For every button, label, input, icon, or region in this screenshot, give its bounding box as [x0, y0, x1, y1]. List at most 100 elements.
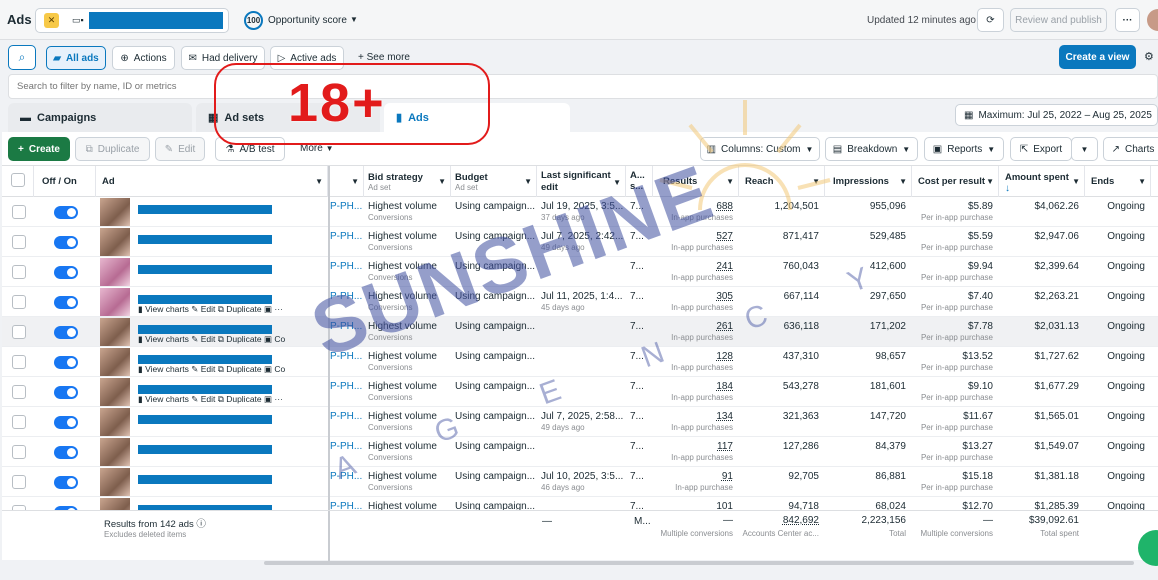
col-budget[interactable]: Budget Ad set ▼ [451, 166, 537, 197]
redacted-ad-name[interactable] [138, 475, 272, 484]
filter-all-ads[interactable]: ▰ All ads [46, 46, 106, 70]
more-options-button[interactable]: ··· [1115, 8, 1140, 32]
ad-thumbnail[interactable] [100, 288, 130, 316]
create-button[interactable]: + Create [8, 137, 70, 161]
row-checkbox[interactable] [12, 325, 26, 339]
opportunity-score-label[interactable]: Opportunity score [268, 15, 347, 26]
redacted-ad-name[interactable] [138, 385, 272, 394]
more-icon[interactable]: ··· [274, 394, 283, 404]
row-checkbox[interactable] [12, 445, 26, 459]
ad-thumbnail[interactable] [100, 198, 130, 226]
redacted-ad-name[interactable] [138, 205, 272, 214]
delivery-toggle[interactable] [54, 326, 78, 339]
reports-button[interactable]: ▣ Reports ▼ [924, 137, 1004, 161]
chevron-down-icon[interactable]: ▼ [350, 15, 358, 24]
preview-icon[interactable]: ▣ [264, 304, 272, 314]
preview-icon[interactable]: ▣ [264, 364, 272, 374]
row-duplicate[interactable]: ⧉ Duplicate [218, 334, 262, 344]
delivery-toggle[interactable] [54, 446, 78, 459]
delivery-toggle[interactable] [54, 476, 78, 489]
refresh-button[interactable]: ⟳ [977, 8, 1004, 32]
redacted-ad-name[interactable] [138, 235, 272, 244]
table-row[interactable]: ▮ View charts ✎ Edit ⧉ Duplicate ▣ ··· P-… [2, 287, 1158, 317]
redacted-ad-name[interactable] [138, 445, 272, 454]
horizontal-scrollbar[interactable] [264, 561, 1134, 565]
search-input[interactable] [8, 74, 1158, 99]
col-cost-per-result[interactable]: Cost per result ▼ [912, 166, 999, 197]
col-ends[interactable]: Ends ▼ [1085, 166, 1151, 197]
col-off-on[interactable]: Off / On [34, 166, 96, 197]
tab-campaigns[interactable]: ▬ Campaigns [8, 103, 192, 132]
row-duplicate[interactable]: ⧉ Duplicate [218, 304, 262, 314]
ad-thumbnail[interactable] [100, 228, 130, 256]
row-edit[interactable]: ✎ Edit [191, 394, 215, 404]
export-button[interactable]: ⇱ Export [1010, 137, 1072, 161]
row-checkbox[interactable] [12, 415, 26, 429]
more-icon[interactable]: ··· [274, 304, 283, 314]
row-duplicate[interactable]: ⧉ Duplicate [218, 394, 262, 404]
row-view-charts[interactable]: ▮ View charts [138, 394, 189, 404]
table-row[interactable]: ▮ View charts ✎ Edit ⧉ Duplicate ▣ Co P-P… [2, 317, 1158, 347]
create-view-button[interactable]: Create a view [1059, 45, 1136, 69]
ad-thumbnail[interactable] [100, 318, 130, 346]
preview-icon[interactable]: ▣ [264, 334, 272, 344]
col-amount-spent[interactable]: Amount spent ↓ ▼ [999, 166, 1085, 197]
delivery-toggle[interactable] [54, 386, 78, 399]
settings-icon[interactable]: ⚙ [1144, 50, 1154, 63]
edit-button[interactable]: ✎ Edit [155, 137, 205, 161]
row-co-label[interactable]: Co [274, 334, 285, 344]
delivery-toggle[interactable] [54, 206, 78, 219]
account-selector[interactable]: ✕ ▭▪ [35, 8, 229, 33]
redacted-ad-name[interactable] [138, 325, 272, 334]
row-edit[interactable]: ✎ Edit [191, 364, 215, 374]
row-edit[interactable]: ✎ Edit [191, 334, 215, 344]
opportunity-score-badge[interactable]: 100 [244, 11, 263, 30]
table-row[interactable]: P-PH...Highest volumeConversionsUsing ca… [2, 407, 1158, 437]
row-checkbox[interactable] [12, 235, 26, 249]
ad-thumbnail[interactable] [100, 408, 130, 436]
row-duplicate[interactable]: ⧉ Duplicate [218, 364, 262, 374]
delivery-toggle[interactable] [54, 356, 78, 369]
row-view-charts[interactable]: ▮ View charts [138, 334, 189, 344]
row-checkbox[interactable] [12, 355, 26, 369]
ad-thumbnail[interactable] [100, 348, 130, 376]
delivery-toggle[interactable] [54, 296, 78, 309]
ad-thumbnail[interactable] [100, 378, 130, 406]
col-bid-strategy[interactable]: Bid strategy Ad set ▼ [364, 166, 451, 197]
row-edit[interactable]: ✎ Edit [191, 304, 215, 314]
ad-thumbnail[interactable] [100, 498, 130, 510]
row-checkbox[interactable] [12, 205, 26, 219]
ad-thumbnail[interactable] [100, 468, 130, 496]
redacted-ad-name[interactable] [138, 415, 272, 424]
ad-thumbnail[interactable] [100, 258, 130, 286]
table-row[interactable]: P-PH...Highest volumeConversionsUsing ca… [2, 467, 1158, 497]
see-more-link[interactable]: + See more [358, 52, 410, 63]
col-prefix[interactable]: ▼ [328, 166, 364, 197]
charts-button[interactable]: ↗ Charts [1103, 137, 1158, 161]
delivery-toggle[interactable] [54, 416, 78, 429]
filter-actions[interactable]: ⊕ Actions [112, 46, 175, 70]
export-dropdown[interactable]: ▼ [1071, 137, 1098, 161]
review-publish-button[interactable]: Review and publish [1010, 8, 1107, 32]
redacted-ad-name[interactable] [138, 295, 272, 304]
preview-icon[interactable]: ▣ [264, 394, 272, 404]
row-checkbox[interactable] [12, 385, 26, 399]
row-checkbox[interactable] [12, 295, 26, 309]
row-view-charts[interactable]: ▮ View charts [138, 304, 189, 314]
delivery-toggle[interactable] [54, 266, 78, 279]
row-view-charts[interactable]: ▮ View charts [138, 364, 189, 374]
date-range-picker[interactable]: ▦Maximum: Jul 25, 2022 – Aug 25, 2025▼ [955, 104, 1158, 126]
table-row[interactable]: P-PH...Highest volumeConversionsUsing ca… [2, 437, 1158, 467]
col-ad[interactable]: Ad ▼ [96, 166, 328, 197]
row-checkbox[interactable] [12, 475, 26, 489]
delivery-toggle[interactable] [54, 236, 78, 249]
row-checkbox[interactable] [12, 265, 26, 279]
redacted-ad-name[interactable] [138, 265, 272, 274]
row-co-label[interactable]: Co [274, 364, 285, 374]
select-all-checkbox[interactable] [11, 173, 25, 187]
avatar[interactable] [1147, 9, 1158, 31]
ad-thumbnail[interactable] [100, 438, 130, 466]
close-icon[interactable]: ✕ [44, 13, 59, 28]
search-button[interactable]: ⌕ [8, 45, 36, 70]
redacted-ad-name[interactable] [138, 355, 272, 364]
